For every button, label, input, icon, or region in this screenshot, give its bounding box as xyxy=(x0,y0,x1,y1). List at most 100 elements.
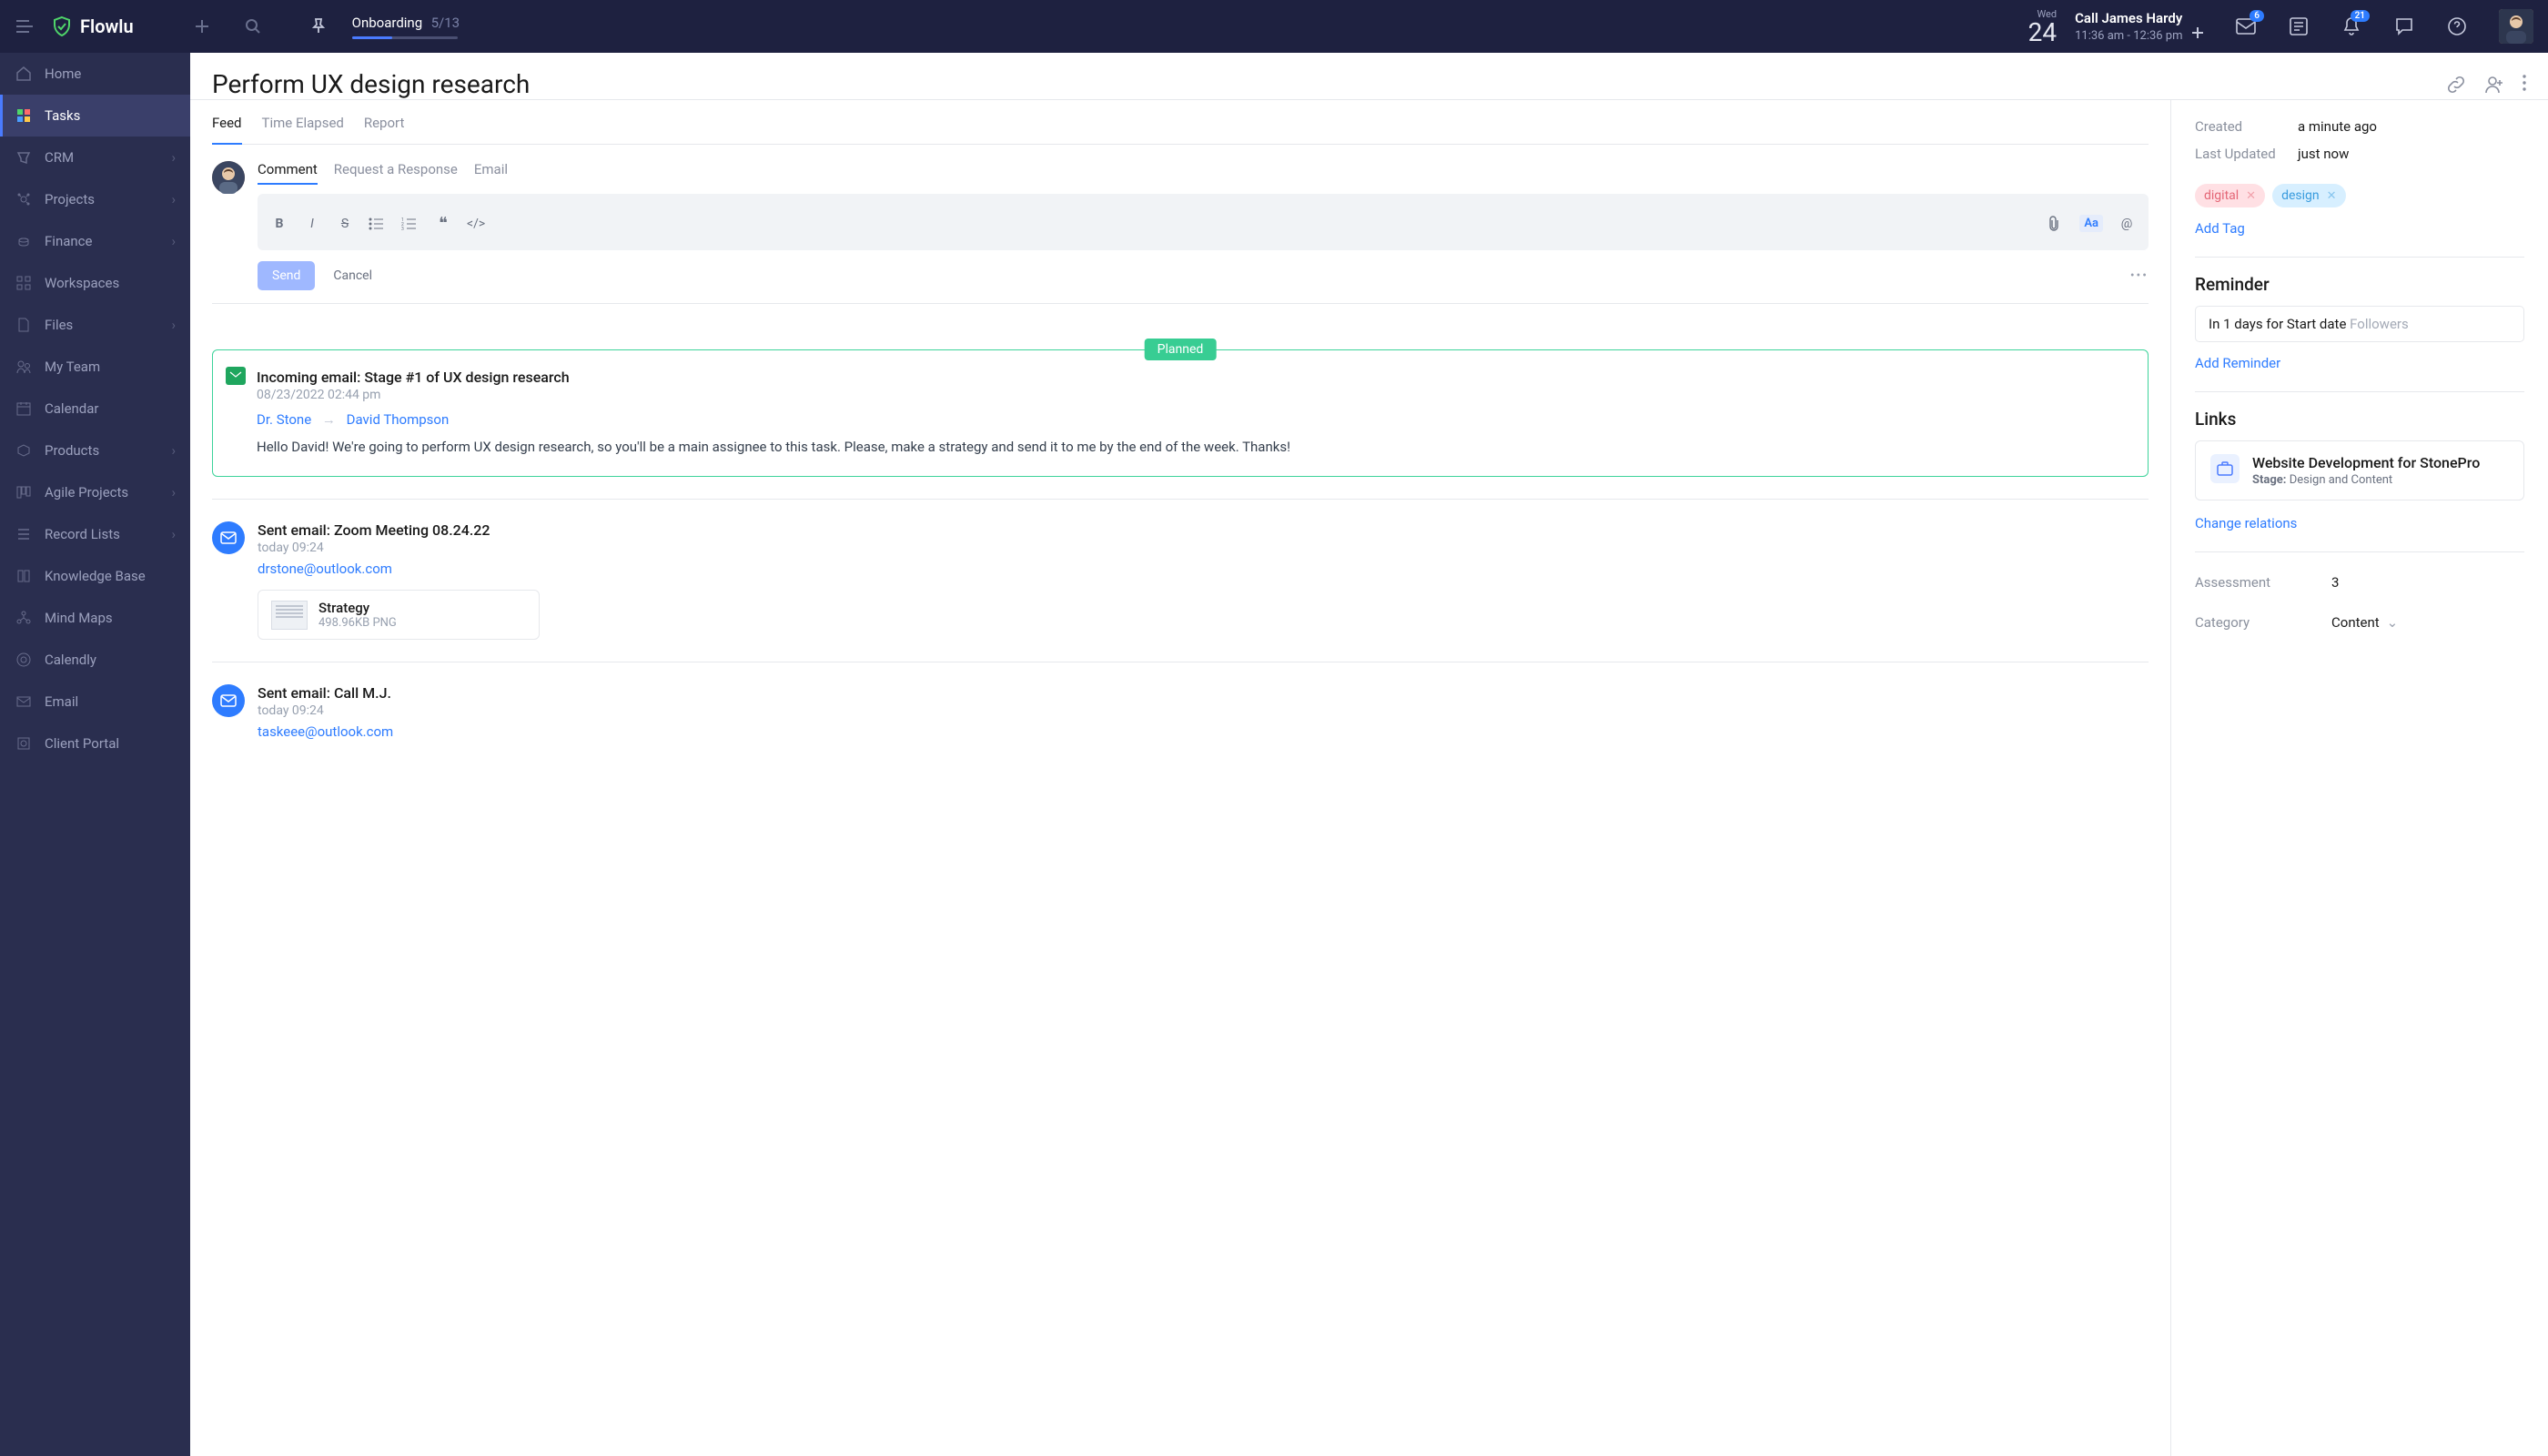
inbox-icon[interactable]: 6 xyxy=(2234,15,2258,38)
related-link-card[interactable]: Website Development for StonePro Stage: … xyxy=(2195,440,2524,500)
user-avatar-small xyxy=(212,161,245,194)
sidebar-item-crm[interactable]: CRM › xyxy=(0,136,190,178)
sidebar-item-workspaces[interactable]: Workspaces xyxy=(0,262,190,304)
sidebar-item-products[interactable]: Products › xyxy=(0,430,190,471)
add-reminder-link[interactable]: Add Reminder xyxy=(2195,355,2280,371)
link-name: Website Development for StonePro xyxy=(2252,454,2480,471)
pin-icon[interactable] xyxy=(308,16,329,36)
tasks-icon xyxy=(15,106,33,125)
tag-design[interactable]: design ✕ xyxy=(2272,184,2345,207)
finance-icon xyxy=(15,232,33,250)
mindmap-icon xyxy=(15,609,33,627)
notes-icon[interactable] xyxy=(2287,15,2310,38)
attachment-icon[interactable] xyxy=(2047,216,2065,232)
send-button[interactable]: Send xyxy=(258,261,315,290)
sidebar-item-email[interactable]: Email xyxy=(0,681,190,723)
help-icon[interactable] xyxy=(2445,15,2469,38)
bullet-list-icon[interactable] xyxy=(369,217,387,230)
chat-icon[interactable] xyxy=(2392,15,2416,38)
add-person-icon[interactable] xyxy=(2484,75,2504,95)
progress-bar xyxy=(352,36,458,39)
link-icon[interactable] xyxy=(2446,75,2466,95)
cancel-button[interactable]: Cancel xyxy=(333,268,372,283)
sidebar-item-kb[interactable]: Knowledge Base xyxy=(0,555,190,597)
page-header: Perform UX design research xyxy=(190,53,2548,100)
sidebar-item-calendly[interactable]: Calendly xyxy=(0,639,190,681)
number-list-icon[interactable]: 123 xyxy=(401,217,420,230)
reminder-title: Reminder xyxy=(2195,274,2524,295)
crm-icon xyxy=(15,148,33,167)
workspaces-icon xyxy=(15,274,33,292)
files-icon xyxy=(15,316,33,334)
add-tag-link[interactable]: Add Tag xyxy=(2195,220,2245,237)
tag-digital[interactable]: digital ✕ xyxy=(2195,184,2265,207)
ctab-email[interactable]: Email xyxy=(474,161,508,183)
card-date: 08/23/2022 02:44 pm xyxy=(257,388,2129,402)
meta-updated-label: Last Updated xyxy=(2195,146,2298,162)
onboarding-progress[interactable]: Onboarding 5/13 xyxy=(352,15,460,39)
user-avatar[interactable] xyxy=(2499,9,2533,44)
date-widget[interactable]: Wed 24 xyxy=(2028,8,2057,46)
sidebar-item-records[interactable]: Record Lists › xyxy=(0,513,190,555)
italic-icon[interactable]: I xyxy=(303,217,321,231)
sidebar-item-mindmaps[interactable]: Mind Maps xyxy=(0,597,190,639)
link-stage: Design and Content xyxy=(2290,473,2392,487)
text-style-icon[interactable]: Aa xyxy=(2079,215,2103,232)
add-event-icon[interactable] xyxy=(2191,26,2204,39)
sidebar-item-projects[interactable]: Projects › xyxy=(0,178,190,220)
tab-feed[interactable]: Feed xyxy=(212,115,242,144)
sidebar-item-calendar[interactable]: Calendar xyxy=(0,388,190,430)
category-dropdown[interactable]: Content ⌄ xyxy=(2331,614,2398,631)
tag-remove-icon[interactable]: ✕ xyxy=(2246,189,2256,203)
tab-time[interactable]: Time Elapsed xyxy=(262,115,344,144)
sidebar-item-tasks[interactable]: Tasks xyxy=(0,95,190,136)
create-button[interactable] xyxy=(192,16,212,36)
sidebar-item-label: My Team xyxy=(45,359,100,375)
person-to[interactable]: David Thompson xyxy=(347,411,450,428)
strike-icon[interactable]: S xyxy=(336,217,354,231)
tag-remove-icon[interactable]: ✕ xyxy=(2327,189,2337,203)
sidebar-item-agile[interactable]: Agile Projects › xyxy=(0,471,190,513)
sidebar: Home Tasks CRM › Projects › Finance › xyxy=(0,53,190,1456)
sidebar-item-label: Projects xyxy=(45,191,95,207)
tab-report[interactable]: Report xyxy=(364,115,405,144)
ctab-comment[interactable]: Comment xyxy=(258,161,318,183)
change-relations-link[interactable]: Change relations xyxy=(2195,515,2297,531)
main-area: Perform UX design research Feed Time Ela… xyxy=(190,53,2548,1456)
ctab-response[interactable]: Request a Response xyxy=(334,161,458,183)
sidebar-item-finance[interactable]: Finance › xyxy=(0,220,190,262)
attachment-meta: 498.96KB PNG xyxy=(318,616,397,630)
logo-shield-icon xyxy=(51,15,73,37)
attachment-thumb xyxy=(271,601,308,630)
sidebar-item-portal[interactable]: Client Portal xyxy=(0,723,190,764)
tag-text: design xyxy=(2281,188,2320,203)
search-icon[interactable] xyxy=(243,16,263,36)
bold-icon[interactable]: B xyxy=(270,217,288,231)
mention-icon[interactable]: @ xyxy=(2118,217,2136,231)
code-icon[interactable]: </> xyxy=(467,217,485,231)
logo[interactable]: Flowlu xyxy=(51,15,134,37)
compose-more-icon[interactable]: ••• xyxy=(2130,268,2149,283)
person-from[interactable]: Dr. Stone xyxy=(257,411,311,428)
chevron-right-icon: › xyxy=(171,484,176,500)
sidebar-item-label: Home xyxy=(45,66,81,82)
sidebar-item-home[interactable]: Home xyxy=(0,53,190,95)
next-event[interactable]: Call James Hardy 11:36 am - 12:36 pm xyxy=(2075,10,2204,43)
email-link[interactable]: taskeee@outlook.com xyxy=(258,723,2149,740)
more-icon[interactable] xyxy=(2523,75,2526,95)
feed-card-planned[interactable]: Planned Incoming email: Stage #1 of UX d… xyxy=(212,349,2149,477)
hamburger-icon[interactable] xyxy=(15,16,35,36)
sidebar-item-files[interactable]: Files › xyxy=(0,304,190,346)
sidebar-item-myteam[interactable]: My Team xyxy=(0,346,190,388)
quote-icon[interactable]: ❝ xyxy=(434,214,452,233)
sidebar-item-label: Products xyxy=(45,442,99,459)
reminder-box[interactable]: In 1 days for Start date Followers xyxy=(2195,306,2524,342)
onboarding-count: 5/13 xyxy=(431,15,460,31)
team-icon xyxy=(15,358,33,376)
email-link[interactable]: drstone@outlook.com xyxy=(258,561,2149,577)
bell-icon[interactable]: 21 xyxy=(2340,15,2363,38)
comment-editor[interactable]: B I S 123 ❝ </> Aa xyxy=(258,194,2149,250)
attachment-card[interactable]: Strategy 498.96KB PNG xyxy=(258,590,540,640)
book-icon xyxy=(15,567,33,585)
home-icon xyxy=(15,65,33,83)
